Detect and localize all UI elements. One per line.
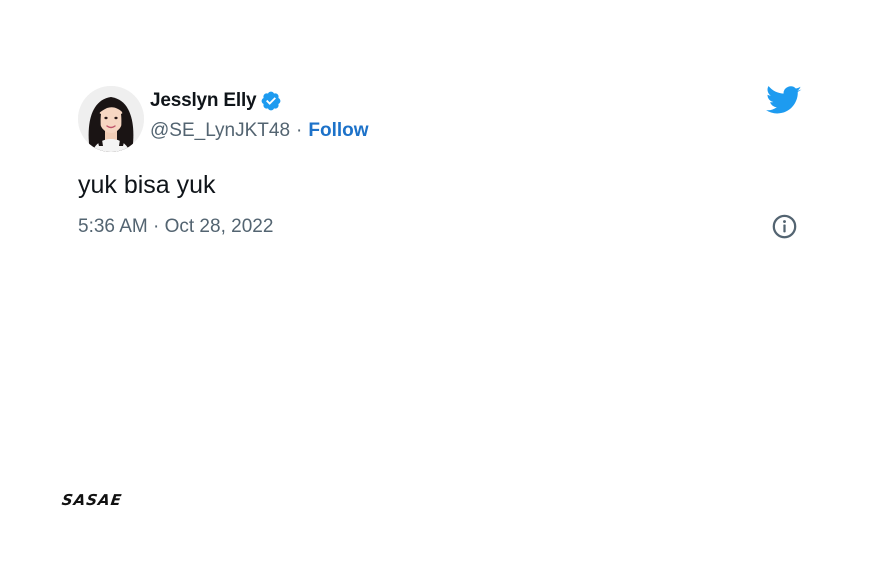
follow-button[interactable]: Follow xyxy=(308,120,368,142)
handle-follow-separator: · xyxy=(296,120,303,141)
author-handle[interactable]: @SE_LynJKT48 xyxy=(150,120,290,142)
author-avatar[interactable] xyxy=(78,86,144,152)
tweet-text: yuk bisa yuk xyxy=(78,171,216,199)
avatar-photo-icon xyxy=(78,86,144,152)
author-handle-row: @SE_LynJKT48 · Follow xyxy=(150,120,369,142)
author-name-row: Jesslyn Elly xyxy=(150,90,282,112)
verified-badge-icon xyxy=(260,90,282,112)
author-display-name[interactable]: Jesslyn Elly xyxy=(150,90,257,112)
info-icon[interactable] xyxy=(771,213,798,240)
twitter-bird-icon[interactable] xyxy=(766,86,802,116)
tweet-timestamp[interactable]: 5:36 AM · Oct 28, 2022 xyxy=(78,216,273,238)
tweet-embed-card: Jesslyn Elly @SE_LynJKT48 · Follow yuk b… xyxy=(0,0,875,563)
brand-watermark-logo: SASAE xyxy=(60,491,124,509)
